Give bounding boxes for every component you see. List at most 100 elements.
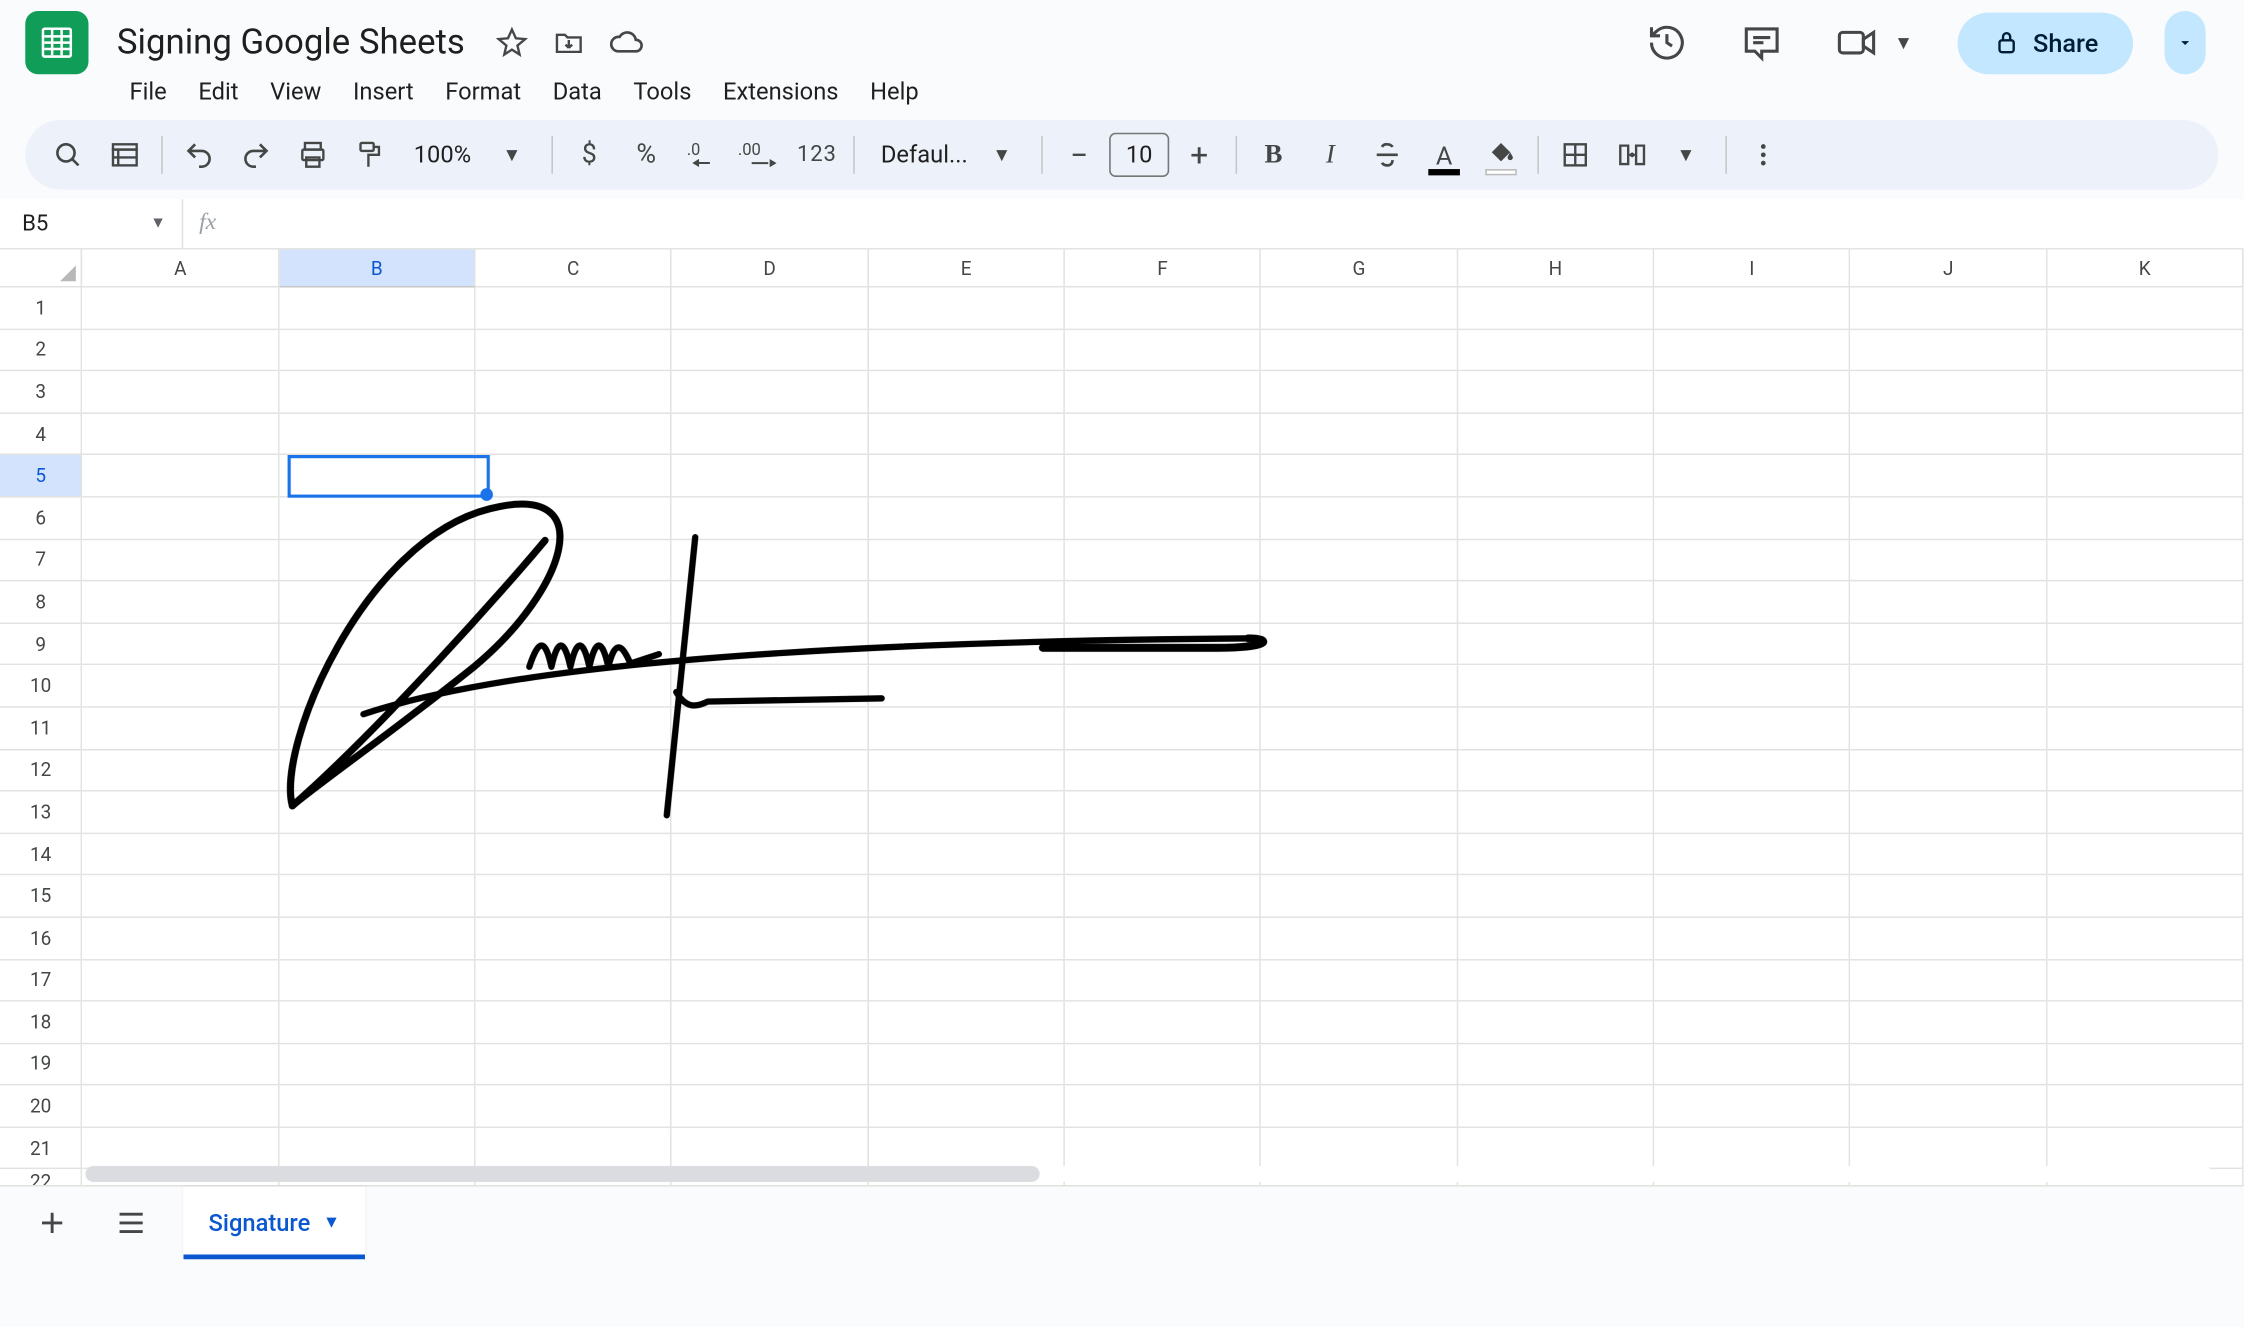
- cell[interactable]: [476, 414, 672, 456]
- cell[interactable]: [869, 456, 1065, 498]
- cell[interactable]: [869, 288, 1065, 330]
- cell[interactable]: [83, 876, 279, 918]
- cell[interactable]: [1654, 918, 1850, 960]
- cell[interactable]: [1065, 666, 1261, 708]
- cell[interactable]: [869, 1086, 1065, 1128]
- cell[interactable]: [2047, 1086, 2243, 1128]
- cell[interactable]: [869, 666, 1065, 708]
- italic-icon[interactable]: I: [1304, 128, 1358, 182]
- cell[interactable]: [2047, 372, 2243, 414]
- cell[interactable]: [1065, 498, 1261, 540]
- comments-icon[interactable]: [1730, 11, 1793, 74]
- cell[interactable]: [1065, 330, 1261, 372]
- cell[interactable]: [1458, 624, 1654, 666]
- cell[interactable]: [1262, 960, 1458, 1002]
- cell[interactable]: [869, 1002, 1065, 1044]
- cell[interactable]: [1262, 1086, 1458, 1128]
- col-header-C[interactable]: C: [476, 250, 672, 288]
- name-box[interactable]: B5 ▼: [0, 199, 183, 248]
- cell[interactable]: [1458, 456, 1654, 498]
- font-select[interactable]: Defaul...: [864, 128, 975, 182]
- fontsize-decrease-icon[interactable]: −: [1052, 128, 1106, 182]
- cell[interactable]: [672, 708, 868, 750]
- cell[interactable]: [1654, 456, 1850, 498]
- cell[interactable]: [279, 876, 475, 918]
- row-header[interactable]: 2: [0, 330, 83, 372]
- cell[interactable]: [279, 708, 475, 750]
- cell[interactable]: [83, 582, 279, 624]
- cell[interactable]: [1851, 1002, 2047, 1044]
- cell[interactable]: [1065, 1044, 1261, 1086]
- zoom-dropdown-icon[interactable]: ▼: [488, 128, 542, 182]
- cell[interactable]: [1262, 330, 1458, 372]
- cell[interactable]: [1065, 750, 1261, 792]
- cell[interactable]: [476, 288, 672, 330]
- cell[interactable]: [1262, 1044, 1458, 1086]
- menu-extensions[interactable]: Extensions: [707, 71, 854, 112]
- cell[interactable]: [672, 624, 868, 666]
- cell[interactable]: [869, 414, 1065, 456]
- cell[interactable]: [1654, 876, 1850, 918]
- menu-view[interactable]: View: [254, 71, 337, 112]
- cell[interactable]: [1654, 582, 1850, 624]
- cell[interactable]: [2047, 582, 2243, 624]
- sheet-tab-dropdown-icon[interactable]: ▼: [323, 1212, 340, 1233]
- cell[interactable]: [2047, 960, 2243, 1002]
- cell[interactable]: [672, 876, 868, 918]
- cell[interactable]: [1654, 834, 1850, 876]
- cell[interactable]: [476, 666, 672, 708]
- add-sheet-icon[interactable]: [25, 1195, 79, 1249]
- select-all-corner[interactable]: [0, 250, 83, 288]
- menu-edit[interactable]: Edit: [183, 71, 255, 112]
- cell[interactable]: [1851, 498, 2047, 540]
- cell[interactable]: [672, 1044, 868, 1086]
- borders-icon[interactable]: [1548, 128, 1602, 182]
- cell[interactable]: [1458, 918, 1654, 960]
- cell[interactable]: [2047, 330, 2243, 372]
- col-header-B[interactable]: B: [279, 250, 475, 288]
- cloud-status-icon[interactable]: [607, 24, 645, 62]
- paint-format-icon[interactable]: [343, 128, 397, 182]
- menu-format[interactable]: Format: [429, 71, 536, 112]
- cell[interactable]: [1262, 624, 1458, 666]
- fontsize-increase-icon[interactable]: +: [1172, 128, 1226, 182]
- col-header-J[interactable]: J: [1851, 250, 2047, 288]
- cell[interactable]: [672, 666, 868, 708]
- cell[interactable]: [1458, 834, 1654, 876]
- cell[interactable]: [1851, 372, 2047, 414]
- cell[interactable]: [1654, 498, 1850, 540]
- cell[interactable]: [1851, 666, 2047, 708]
- cell[interactable]: [476, 708, 672, 750]
- cell[interactable]: [869, 624, 1065, 666]
- cell[interactable]: [1851, 456, 2047, 498]
- cell[interactable]: [672, 960, 868, 1002]
- cell[interactable]: [279, 498, 475, 540]
- cell[interactable]: [1851, 582, 2047, 624]
- cell[interactable]: [476, 1044, 672, 1086]
- fill-color-icon[interactable]: [1474, 128, 1528, 182]
- col-header-H[interactable]: H: [1458, 250, 1654, 288]
- cell[interactable]: [1851, 876, 2047, 918]
- row-header[interactable]: 11: [0, 708, 83, 750]
- cell[interactable]: [1065, 1002, 1261, 1044]
- cell[interactable]: [279, 1002, 475, 1044]
- quick-share-dropdown[interactable]: [2165, 11, 2206, 74]
- document-title[interactable]: Signing Google Sheets: [107, 20, 474, 66]
- cell[interactable]: [1654, 414, 1850, 456]
- cell[interactable]: [476, 792, 672, 834]
- cell[interactable]: [83, 624, 279, 666]
- cell[interactable]: [672, 372, 868, 414]
- cell[interactable]: [869, 540, 1065, 582]
- strikethrough-icon[interactable]: [1360, 128, 1414, 182]
- cell[interactable]: [1458, 876, 1654, 918]
- cell[interactable]: [1458, 372, 1654, 414]
- more-toolbar-icon[interactable]: [1736, 128, 1790, 182]
- col-header-D[interactable]: D: [672, 250, 868, 288]
- cell[interactable]: [279, 414, 475, 456]
- cell[interactable]: [1262, 918, 1458, 960]
- cell[interactable]: [672, 834, 868, 876]
- menu-insert[interactable]: Insert: [337, 71, 429, 112]
- redo-icon[interactable]: [229, 128, 283, 182]
- row-header[interactable]: 10: [0, 666, 83, 708]
- cell[interactable]: [1065, 414, 1261, 456]
